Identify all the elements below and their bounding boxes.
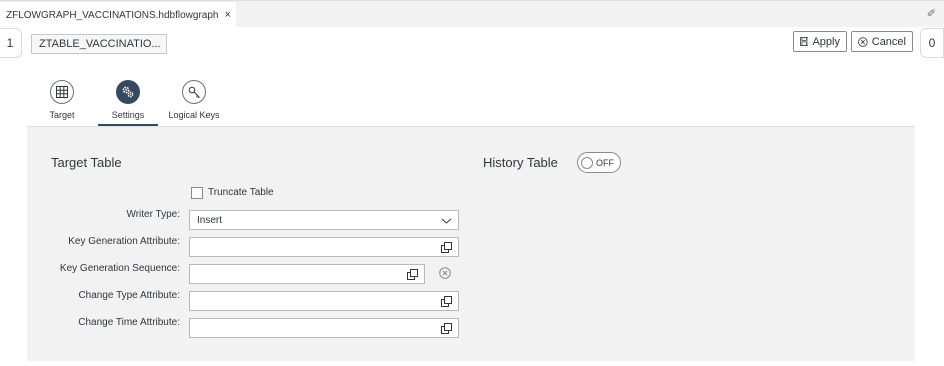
writer-type-value: Insert <box>197 214 223 226</box>
truncate-table-checkbox[interactable] <box>191 187 203 199</box>
settings-gear-icon <box>116 80 140 104</box>
table-grid-icon <box>50 80 74 104</box>
key-icon <box>182 80 206 104</box>
history-table-toggle[interactable]: OFF <box>577 152 621 173</box>
key-generation-sequence-label: Key Generation Sequence: <box>59 263 180 274</box>
editor-tab[interactable]: ZFLOWGRAPH_VACCINATIONS.hdbflowgraph × <box>0 2 236 28</box>
truncate-table-label: Truncate Table <box>208 187 274 198</box>
key-generation-attribute-label: Key Generation Attribute: <box>68 236 180 247</box>
pin-icon[interactable]: ✐ <box>927 7 936 20</box>
tab-settings[interactable]: Settings <box>98 80 158 120</box>
tab-target[interactable]: Target <box>32 80 92 120</box>
key-generation-attribute-input[interactable] <box>189 237 459 257</box>
tab-logical-keys[interactable]: Logical Keys <box>164 80 224 120</box>
toggle-knob <box>581 156 593 169</box>
history-table-title: History Table <box>483 155 558 170</box>
clear-icon[interactable] <box>439 267 451 279</box>
close-icon[interactable]: × <box>224 9 230 21</box>
change-time-attribute-input[interactable] <box>189 318 459 338</box>
change-type-attribute-input[interactable] <box>189 291 459 311</box>
writer-type-select[interactable]: Insert <box>189 210 459 230</box>
save-icon <box>800 37 809 46</box>
value-help-icon[interactable] <box>441 242 452 253</box>
key-generation-sequence-input[interactable] <box>189 264 425 284</box>
change-time-attribute-label: Change Time Attribute: <box>78 317 180 328</box>
value-help-icon[interactable] <box>441 296 452 307</box>
apply-label: Apply <box>812 35 840 48</box>
cancel-button[interactable]: Cancel <box>851 31 913 52</box>
editor-tab-bar: ZFLOWGRAPH_VACCINATIONS.hdbflowgraph × ✐ <box>0 0 944 28</box>
cancel-circle-icon <box>858 36 868 47</box>
value-help-icon[interactable] <box>407 269 418 280</box>
target-table-title: Target Table <box>51 155 122 170</box>
left-count-badge[interactable]: 1 <box>0 28 22 58</box>
tab-settings-label: Settings <box>111 110 145 120</box>
writer-type-label: Writer Type: <box>126 209 180 220</box>
editor-tab-title: ZFLOWGRAPH_VACCINATIONS.hdbflowgraph <box>6 9 219 21</box>
apply-button[interactable]: Apply <box>793 31 847 52</box>
change-type-attribute-label: Change Type Attribute: <box>78 290 180 301</box>
tab-target-label: Target <box>49 110 75 120</box>
value-help-icon[interactable] <box>441 323 452 334</box>
tab-logical-keys-label: Logical Keys <box>168 110 220 120</box>
chevron-down-icon[interactable] <box>441 216 452 226</box>
node-name-field[interactable]: ZTABLE_VACCINATIO... <box>31 34 167 54</box>
toggle-state-label: OFF <box>596 157 614 168</box>
cancel-label: Cancel <box>871 35 906 48</box>
right-count-badge[interactable]: 0 <box>920 28 944 58</box>
